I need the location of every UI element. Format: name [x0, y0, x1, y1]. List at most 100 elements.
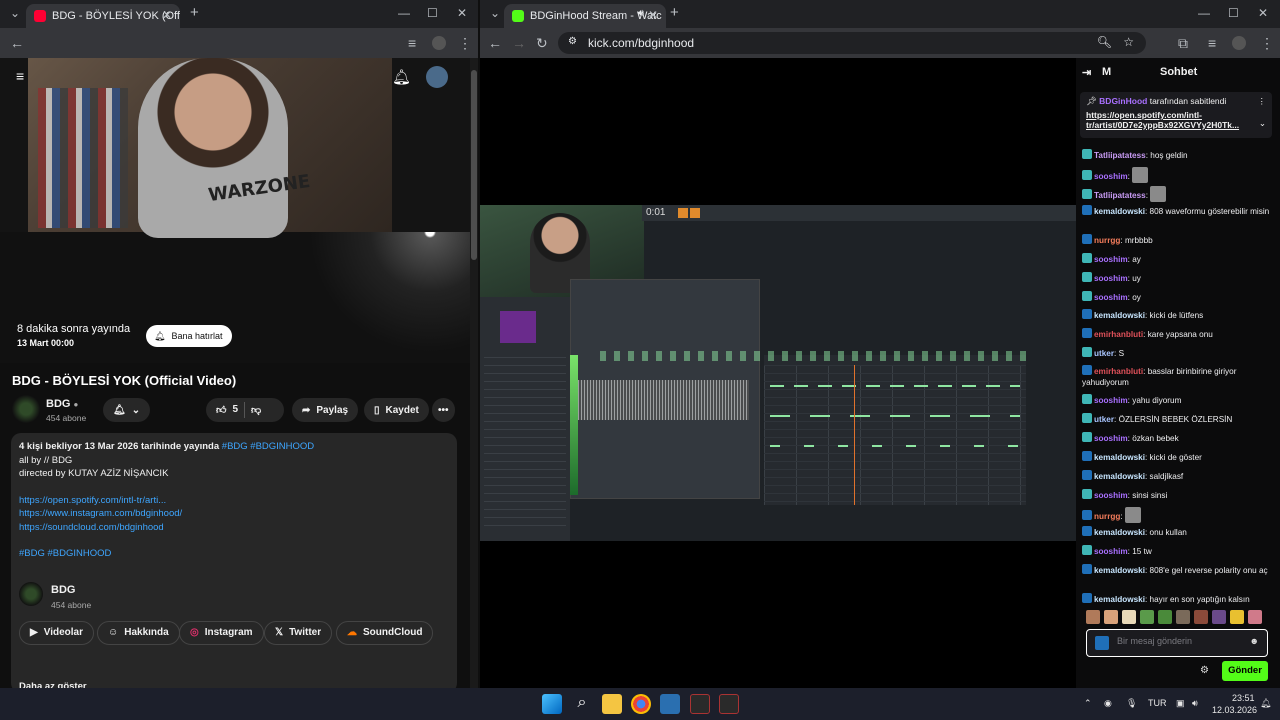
chrome-icon[interactable] [631, 694, 651, 714]
chat-username[interactable]: utker [1094, 415, 1114, 424]
back-icon[interactable]: ← [488, 35, 502, 51]
chat-message[interactable]: nurrgg: [1082, 507, 1272, 523]
new-tab-icon[interactable]: + [670, 4, 679, 21]
twitter-button[interactable]: 𝕏 Twitter [264, 621, 333, 645]
close-tab-icon[interactable]: ✕ [162, 8, 172, 22]
stream-player[interactable]: 0:01 [480, 58, 1076, 688]
soundcloud-button[interactable]: ☁ SoundCloud [336, 621, 434, 645]
volume-icon[interactable]: 🔊︎ [1192, 698, 1198, 709]
channel-name[interactable]: BDG ● [46, 398, 78, 410]
chat-message[interactable]: kemaldowski: hayır en son yaptığın kalsı… [1082, 593, 1272, 605]
notifications-icon[interactable]: 🔔︎ [392, 68, 411, 86]
chat-message[interactable]: sooshim: özkan bebek [1082, 432, 1272, 444]
chat-username[interactable]: sooshim [1094, 547, 1128, 556]
tab-search-icon[interactable]: ⌄ [10, 6, 20, 20]
description-tags[interactable]: #BDG #BDGINHOOD [19, 547, 449, 561]
show-less-button[interactable]: Daha az göster [19, 680, 87, 688]
zoom-icon[interactable]: 🔍︎ [1097, 35, 1112, 49]
save-button[interactable]: ▯ Kaydet [364, 398, 429, 422]
chat-message[interactable]: kemaldowski: 808 waveformu gösterebilir … [1082, 205, 1272, 217]
bookmark-star-icon[interactable]: ☆ [1123, 35, 1134, 49]
chat-username[interactable]: sooshim [1094, 434, 1128, 443]
chat-username[interactable]: nurrgg [1094, 236, 1120, 245]
chat-message[interactable]: sooshim: sinsi sinsi [1082, 489, 1272, 501]
chat-message[interactable]: sooshim: ay [1082, 253, 1272, 265]
chat-username[interactable]: kemaldowski [1094, 453, 1145, 462]
more-actions-button[interactable]: ••• [432, 398, 455, 422]
chat-message[interactable]: sooshim: [1082, 167, 1272, 183]
chat-username[interactable]: nurrgg [1094, 512, 1120, 521]
tab-kick[interactable]: BDGinHood Stream - Watc 🔊︎ ✕ [504, 4, 666, 28]
photos-icon[interactable] [660, 694, 680, 714]
chat-message[interactable]: emirhanbluti: kare yapsana onu [1082, 328, 1272, 340]
chat-username[interactable]: emirhanbluti [1094, 367, 1143, 376]
chat-message-input[interactable]: Bir mesaj gönderin ☻ [1086, 629, 1268, 657]
menu-icon[interactable]: ⋮ [1260, 35, 1274, 52]
microphone-icon[interactable]: 🎙︎ [1126, 698, 1137, 709]
emote-icon[interactable] [1086, 610, 1100, 624]
chat-username[interactable]: sooshim [1094, 491, 1128, 500]
chat-username[interactable]: emirhanbluti [1094, 330, 1143, 339]
instagram-button[interactable]: ◎ Instagram [179, 621, 264, 645]
chat-settings-icon[interactable]: ⚙ [1200, 665, 1209, 676]
emote-icon[interactable] [1194, 610, 1208, 624]
videos-button[interactable]: ▶ Videolar [19, 621, 94, 645]
chat-username[interactable]: kemaldowski [1094, 528, 1145, 537]
pinned-by-user[interactable]: BDGinHood [1099, 96, 1147, 106]
minimize-icon[interactable]: — [1198, 6, 1210, 20]
chat-username[interactable]: kemaldowski [1094, 566, 1145, 575]
menu-icon[interactable]: ⋮ [458, 35, 472, 52]
back-icon[interactable]: ← [10, 35, 24, 51]
audio-playing-icon[interactable]: 🔊︎ [638, 8, 644, 19]
tab-youtube[interactable]: BDG - BÖYLESİ YOK (Official Vi ✕ [26, 4, 180, 28]
reload-icon[interactable]: ↻ [536, 35, 548, 52]
account-avatar[interactable] [426, 66, 448, 88]
close-tab-icon[interactable]: ✕ [648, 8, 658, 22]
chat-username[interactable]: Tatliipatatess [1094, 151, 1146, 160]
chat-username[interactable]: sooshim [1094, 274, 1128, 283]
emote-icon[interactable] [1158, 610, 1172, 624]
chat-message[interactable]: sooshim: uy [1082, 272, 1272, 284]
start-icon[interactable] [542, 694, 562, 714]
emote-icon[interactable] [1212, 610, 1226, 624]
clock-date[interactable]: 12.03.2026 [1212, 705, 1257, 715]
voicemeeter-icon[interactable] [719, 694, 739, 714]
emote-icon[interactable] [1176, 610, 1190, 624]
expand-pinned-icon[interactable]: ⌄ [1259, 118, 1266, 129]
chat-username[interactable]: kemaldowski [1094, 472, 1145, 481]
chat-message[interactable]: kemaldowski: kicki de lütfens [1082, 309, 1272, 321]
chat-message[interactable]: Tatliipatatess: [1082, 186, 1272, 202]
new-tab-icon[interactable]: + [190, 4, 199, 21]
close-window-icon[interactable]: ✕ [457, 6, 467, 20]
chat-message[interactable]: kemaldowski: kicki de göster [1082, 451, 1272, 463]
voicemeeter-icon[interactable] [690, 694, 710, 714]
extensions-icon[interactable]: ⧉ [1178, 35, 1188, 52]
pinned-options-icon[interactable]: ⋮ [1258, 96, 1267, 107]
chat-message[interactable]: Tatliipatatess: hoş geldin [1082, 149, 1272, 161]
send-button[interactable]: Gönder [1222, 661, 1268, 681]
remind-me-button[interactable]: 🔔︎ Bana hatırlat [146, 325, 233, 347]
emote-icon[interactable] [1140, 610, 1154, 624]
chat-username[interactable]: kemaldowski [1094, 595, 1145, 604]
search-icon[interactable]: ⌕ [572, 694, 592, 714]
pinned-message[interactable]: 📌︎ BDGinHood tarafından sabitlendi ⋮ htt… [1080, 92, 1272, 138]
chat-message[interactable]: emirhanbluti: basslar birinbirine giriyo… [1082, 365, 1272, 388]
url-field[interactable]: ⚙ kick.com/bdginhood 🔍︎ ☆ [558, 32, 1146, 54]
collapse-chat-icon[interactable]: ⇥ [1082, 66, 1091, 79]
chat-username[interactable]: sooshim [1094, 396, 1128, 405]
scrollbar-thumb[interactable] [471, 70, 477, 260]
emote-icon[interactable] [1104, 610, 1118, 624]
chat-message[interactable]: nurrgg: mrbbbb [1082, 234, 1272, 246]
emoji-picker-icon[interactable]: ☻ [1250, 636, 1259, 646]
chat-message[interactable]: utker: S [1082, 347, 1272, 359]
guide-menu-icon[interactable]: ≡ [16, 68, 24, 84]
chat-username[interactable]: sooshim [1094, 172, 1128, 181]
chat-username[interactable]: sooshim [1094, 255, 1128, 264]
network-icon[interactable]: ▣ [1176, 698, 1185, 709]
subscribe-bell-button[interactable]: 🔔︎ ⌄ [103, 398, 151, 422]
description-meta-tags[interactable]: #BDG #BDGINHOOD [222, 441, 314, 452]
pinned-link[interactable]: tr/artist/0D7e2yppBx92XGVYy2H0Tk... [1086, 120, 1266, 130]
page-scrollbar[interactable] [470, 58, 478, 688]
description-box[interactable]: 4 kişi bekliyor 13 Mar 2026 tarihinde ya… [11, 433, 457, 688]
share-button[interactable]: ➦ Paylaş [292, 398, 359, 422]
